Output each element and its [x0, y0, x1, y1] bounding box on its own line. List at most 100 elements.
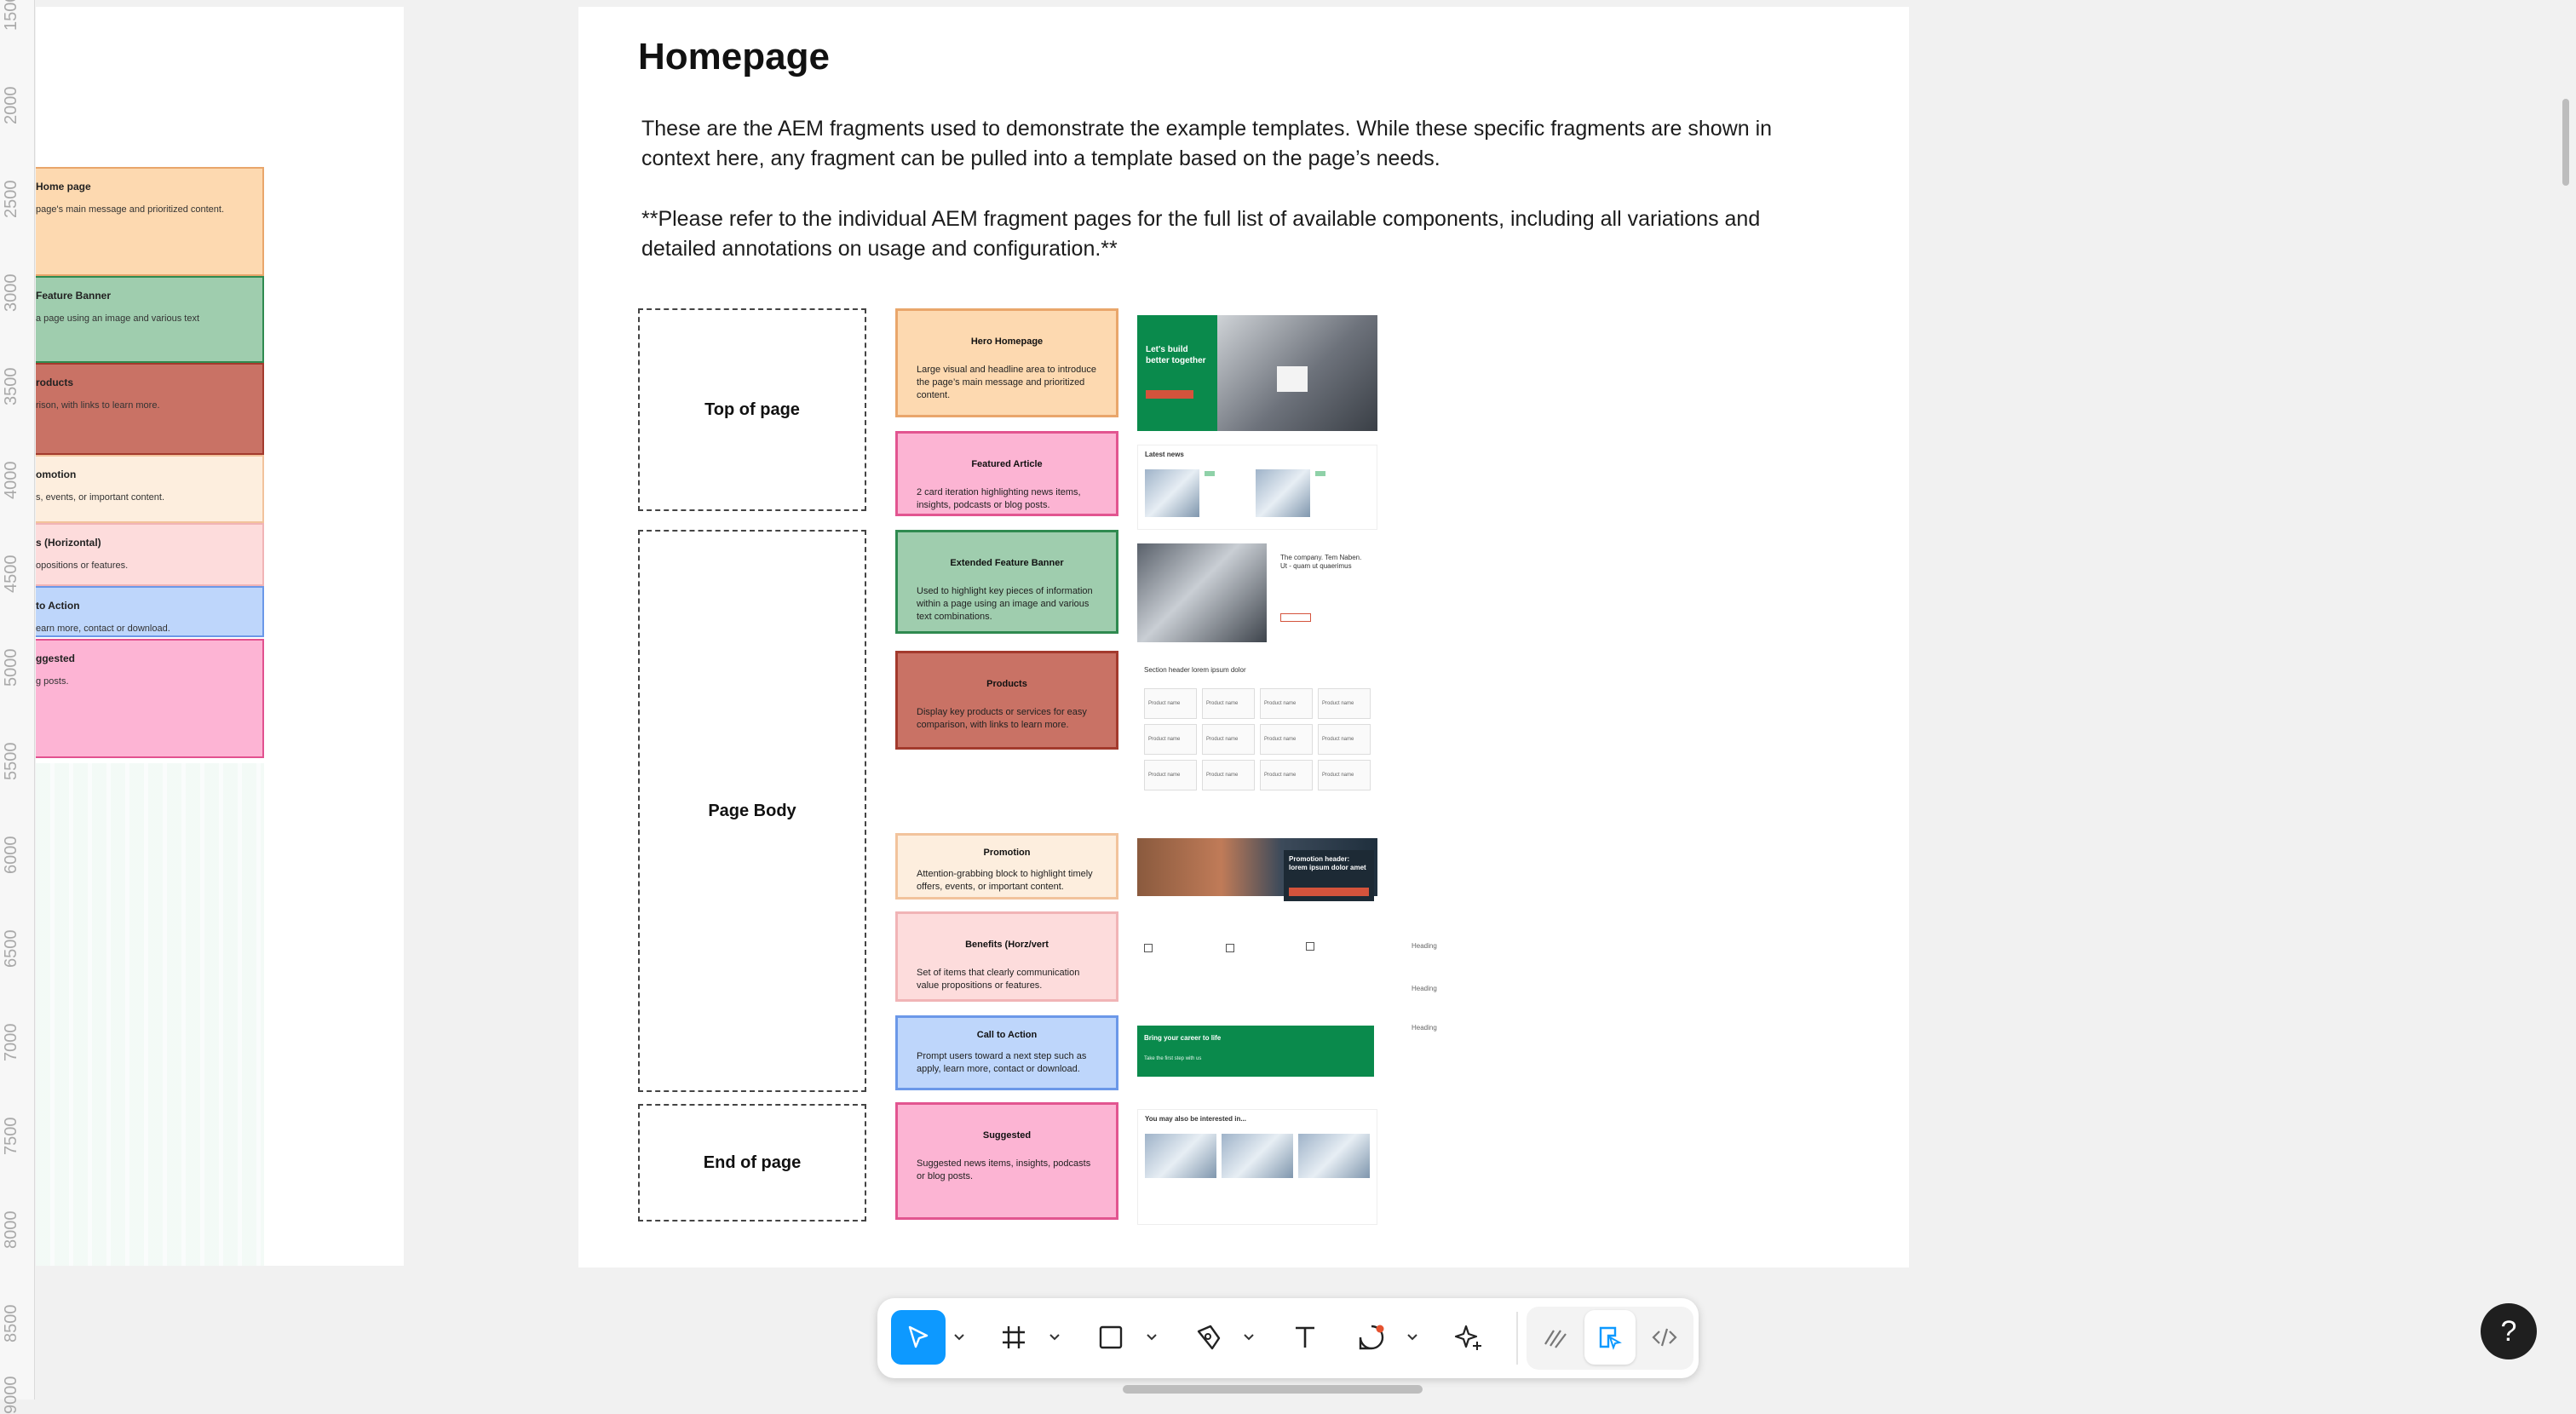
card-title: Products — [986, 679, 1027, 689]
chevron-down-icon — [1147, 1334, 1157, 1341]
suggested-thumb[interactable]: You may also be interested in... — [1137, 1109, 1377, 1225]
hero-homepage-thumb[interactable]: Let's build better together — [1137, 315, 1377, 431]
article-tag — [1205, 471, 1215, 476]
product-tile: Product name — [1260, 760, 1313, 790]
move-tool-caret[interactable] — [949, 1310, 969, 1365]
ruler-tick: 7000 — [2, 1023, 20, 1062]
banner-image — [1137, 543, 1267, 642]
design-icon — [1599, 1326, 1622, 1350]
actions-tool-button[interactable] — [1441, 1310, 1496, 1365]
card-desc: 2 card iteration highlighting news items… — [917, 487, 1081, 510]
left-fragment-block[interactable]: roducts rison, with links to learn more. — [36, 363, 264, 455]
block-title: ggested — [36, 652, 76, 664]
section-page-body[interactable]: Page Body — [638, 530, 866, 1092]
text-tool-button[interactable] — [1278, 1310, 1332, 1365]
dev-mode-button[interactable] — [1639, 1310, 1690, 1365]
block-desc: page's main message and prioritized cont… — [36, 204, 225, 215]
benefit-heading: Heading — [1412, 985, 1437, 992]
draw-mode-button[interactable] — [1530, 1310, 1581, 1365]
cta-text: Bring your career to life — [1144, 1034, 1222, 1042]
hero-headline: Let's build better together — [1146, 345, 1206, 365]
ruler-tick: 8000 — [2, 1210, 20, 1250]
fragment-card[interactable]: Benefits (Horz/vert Set of items that cle… — [895, 911, 1118, 1002]
card-title: Benefits (Horz/vert — [965, 940, 1049, 950]
section-top-of-page[interactable]: Top of page — [638, 308, 866, 511]
card-title: Suggested — [982, 1130, 1032, 1141]
products-thumb[interactable]: Section header lorem ipsum dolor Product… — [1137, 663, 1377, 816]
comment-tool-caret[interactable] — [1402, 1310, 1423, 1365]
chevron-down-icon — [1407, 1334, 1417, 1341]
featured-article-thumb[interactable]: Latest news — [1137, 445, 1377, 530]
section-end-of-page[interactable]: End of page — [638, 1104, 866, 1221]
chevron-down-icon — [1049, 1334, 1060, 1341]
cta-button: Take the first step with us — [1144, 1056, 1202, 1061]
fragment-card[interactable]: Promotion Attention-grabbing block to hig… — [895, 833, 1118, 900]
block-desc: a page using an image and various text — [36, 313, 200, 324]
card-desc: Prompt users toward a next step such as … — [917, 1051, 1087, 1074]
product-tile: Product name — [1144, 760, 1197, 790]
product-name: Product name — [1206, 737, 1239, 742]
promo-card: Promotion header: lorem ipsum dolor amet — [1284, 850, 1374, 901]
ruler-tick: 5500 — [2, 742, 20, 781]
pen-tool-button[interactable] — [1181, 1310, 1235, 1365]
move-tool-button[interactable] — [891, 1310, 946, 1365]
left-fragment-block[interactable]: s (Horizontal) opositions or features. — [36, 523, 264, 586]
ruler-tick: 5000 — [2, 648, 20, 687]
product-tile: Product name — [1144, 724, 1197, 755]
fragment-card[interactable]: Call to Action Prompt users toward a next… — [895, 1015, 1118, 1090]
fragment-card[interactable]: Suggested Suggested news items, insights,… — [895, 1102, 1118, 1220]
text-icon — [1296, 1326, 1314, 1348]
extended-feature-banner-thumb[interactable]: The company. Tem Naben. Ut - quam ut qua… — [1137, 537, 1377, 642]
article-image — [1256, 469, 1310, 517]
call-to-action-thumb[interactable]: Bring your career to life Take the first… — [1137, 1026, 1374, 1077]
comment-tool-button[interactable] — [1344, 1310, 1399, 1365]
left-frame-preview[interactable]: Home page page's main message and priorit… — [36, 7, 404, 1266]
benefits-vertical-thumb[interactable]: Heading Heading Heading — [1410, 939, 1538, 1066]
product-name: Product name — [1148, 737, 1181, 742]
ruler-tick: 8500 — [2, 1304, 20, 1343]
left-fragment-block[interactable]: omotion s, events, or important content. — [36, 455, 264, 523]
product-name: Product name — [1264, 701, 1297, 706]
product-name: Product name — [1148, 701, 1181, 706]
hero-button — [1146, 390, 1193, 399]
homepage-frame[interactable]: Homepage These are the AEM fragments use… — [578, 7, 1909, 1267]
intro-paragraph: These are the AEM fragments used to demo… — [641, 117, 1773, 170]
left-fragment-block[interactable]: Feature Banner a page using an image and … — [36, 276, 264, 363]
promotion-thumb[interactable]: Promotion header: lorem ipsum dolor amet — [1137, 838, 1377, 903]
banner-quote: The company. Tem Naben. Ut - quam ut qua… — [1280, 554, 1362, 570]
card-desc: Suggested news items, insights, podcasts… — [917, 1158, 1091, 1181]
ruler-tick: 2000 — [2, 86, 20, 125]
left-fragment-block[interactable]: to Action earn more, contact or download. — [36, 586, 264, 637]
vertical-scrollbar[interactable] — [2562, 99, 2569, 186]
pen-tool-caret[interactable] — [1239, 1310, 1259, 1365]
block-title: s (Horizontal) — [36, 537, 101, 549]
benefits-horizontal-thumb[interactable] — [1137, 928, 1377, 1022]
ruler-tick: 4500 — [2, 555, 20, 594]
product-tile: Product name — [1202, 688, 1255, 719]
shape-tool-caret[interactable] — [1141, 1310, 1162, 1365]
products-header: Section header lorem ipsum dolor — [1144, 666, 1246, 674]
latest-news-label: Latest news — [1145, 451, 1184, 458]
ruler-tick: 9000 — [2, 1376, 20, 1414]
design-mode-button[interactable] — [1584, 1310, 1636, 1365]
left-fragment-block[interactable]: Home page page's main message and priorit… — [36, 167, 264, 276]
shape-tool-button[interactable] — [1084, 1310, 1138, 1365]
fragment-card[interactable]: Products Display key products or services… — [895, 651, 1118, 750]
section-label: End of page — [703, 1152, 802, 1172]
fragment-card[interactable]: Featured Article 2 card iteration highlig… — [895, 431, 1118, 516]
frame-tool-caret[interactable] — [1044, 1310, 1065, 1365]
frame-tool-button[interactable] — [986, 1310, 1041, 1365]
help-button[interactable]: ? — [2481, 1303, 2537, 1359]
card-desc: Attention-grabbing block to highlight ti… — [917, 869, 1093, 892]
block-desc: earn more, contact or download. — [36, 624, 170, 634]
fragment-card[interactable]: Extended Feature Banner Used to highlight… — [895, 530, 1118, 634]
block-title: omotion — [36, 468, 77, 480]
horizontal-scrollbar[interactable] — [1123, 1385, 1423, 1394]
left-fragment-block[interactable]: ggested g posts. — [36, 639, 264, 758]
card-title: Call to Action — [976, 1030, 1038, 1040]
product-tile: Product name — [1260, 688, 1313, 719]
product-tile: Product name — [1318, 760, 1371, 790]
product-name: Product name — [1264, 773, 1297, 778]
fragment-card[interactable]: Hero Homepage Large visual and headline a… — [895, 308, 1118, 417]
product-tile: Product name — [1318, 688, 1371, 719]
